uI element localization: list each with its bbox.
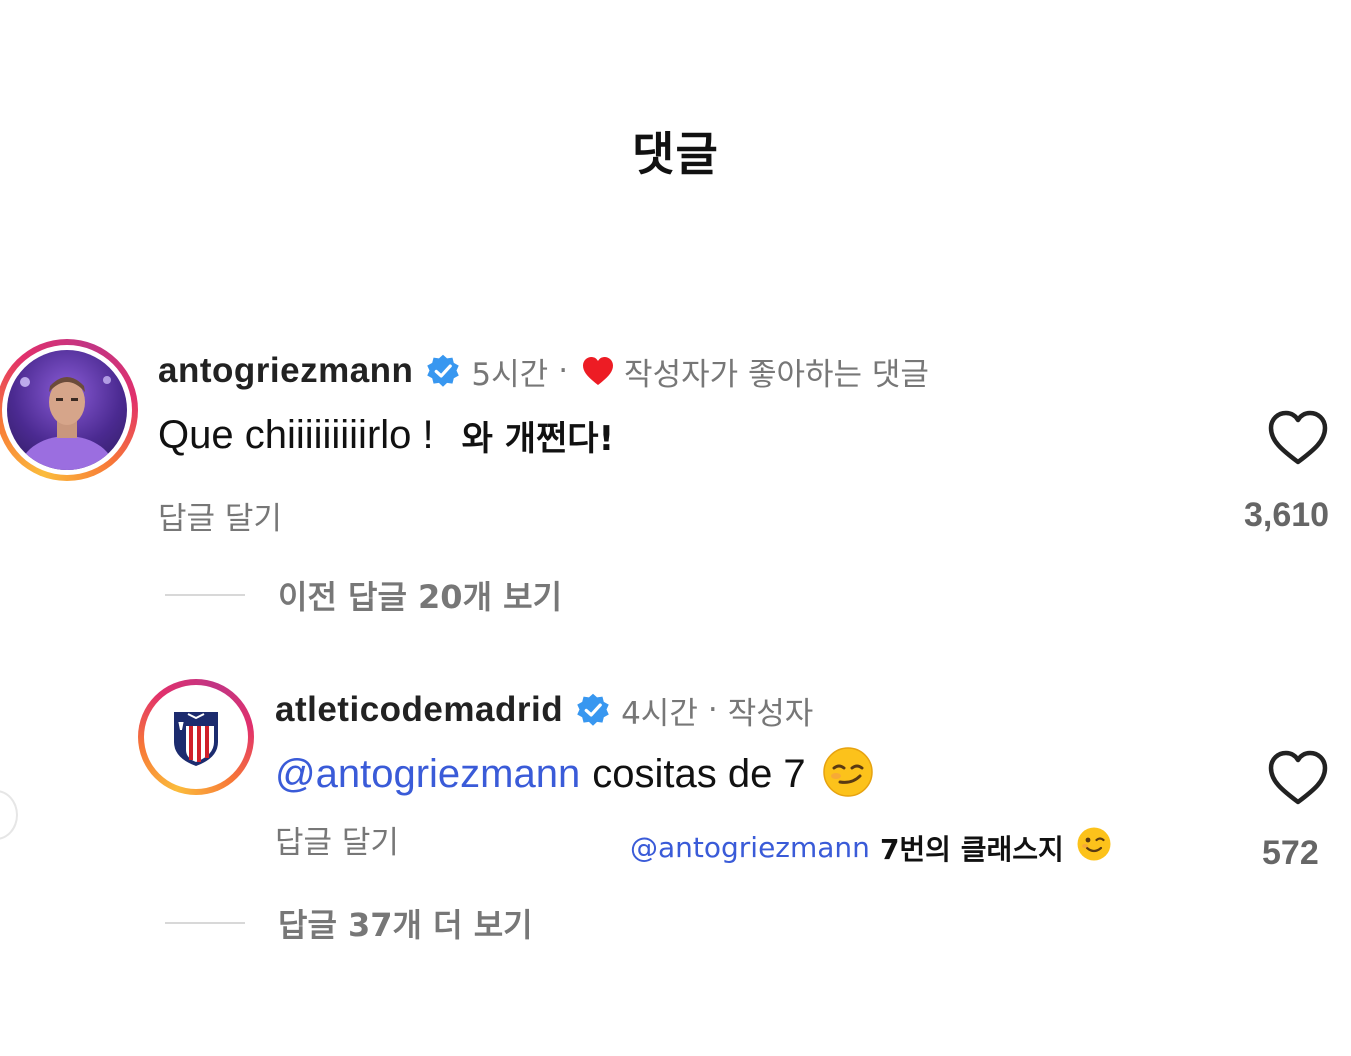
winking-face-emoji	[1076, 826, 1112, 869]
page-title: 댓글	[632, 127, 719, 181]
comment-mention-link[interactable]: @antogriezmann	[275, 752, 580, 797]
comment-translation: 와 개쩐다!	[461, 418, 615, 459]
translation-text: 7번의 클래스지	[879, 832, 1064, 866]
like-button[interactable]	[1268, 410, 1328, 470]
comment-header: antogriezmann 5시간 · 작성자가 좋아하는 댓글	[158, 349, 929, 393]
reply-button[interactable]: 답글 달기	[158, 493, 282, 538]
replies-divider	[165, 594, 245, 596]
club-crest-logo	[149, 690, 243, 784]
comment-body: @antogriezmann cositas de 7	[275, 745, 874, 803]
like-count: 3,610	[1244, 496, 1330, 534]
avatar[interactable]	[0, 339, 138, 481]
comment-time: 5시간	[471, 356, 549, 393]
liked-by-author-label: 작성자가 좋아하는 댓글	[624, 356, 929, 393]
heart-outline-icon	[1268, 750, 1328, 805]
smirking-face-emoji	[822, 746, 874, 802]
view-previous-replies-button[interactable]: 이전 답글 20개 보기	[278, 572, 562, 618]
comment-time: 4시간	[621, 695, 698, 732]
avatar-image	[7, 350, 127, 470]
like-count: 572	[1262, 834, 1319, 872]
comment-text: Que chiiiiiiiiirlo !	[158, 412, 434, 457]
comment-username[interactable]: atleticodemadrid	[275, 690, 563, 730]
comment-header: atleticodemadrid 4시간 · 작성자	[275, 688, 813, 732]
avatar[interactable]	[138, 679, 254, 795]
heart-outline-icon	[1268, 410, 1328, 465]
verified-badge-icon	[575, 692, 611, 728]
comment-username[interactable]: antogriezmann	[158, 351, 413, 391]
verified-badge-icon	[425, 353, 461, 389]
comment-body: Que chiiiiiiiiirlo ! 와 개쩐다!	[158, 408, 614, 462]
side-nav-button[interactable]	[0, 790, 18, 840]
replies-divider	[165, 922, 245, 924]
translation-mention: @antogriezmann	[630, 831, 870, 864]
meta-separator: ·	[707, 692, 718, 728]
heart-filled-icon	[582, 356, 614, 386]
author-badge: 작성자	[727, 695, 814, 732]
comment-text: cositas de 7	[592, 751, 806, 796]
like-button[interactable]	[1268, 750, 1328, 810]
reply-button[interactable]: 답글 달기	[275, 817, 399, 862]
translation-caption: @antogriezmann 7번의 클래스지	[630, 826, 1112, 869]
meta-separator: ·	[558, 353, 569, 389]
view-more-replies-button[interactable]: 답글 37개 더 보기	[278, 900, 533, 946]
